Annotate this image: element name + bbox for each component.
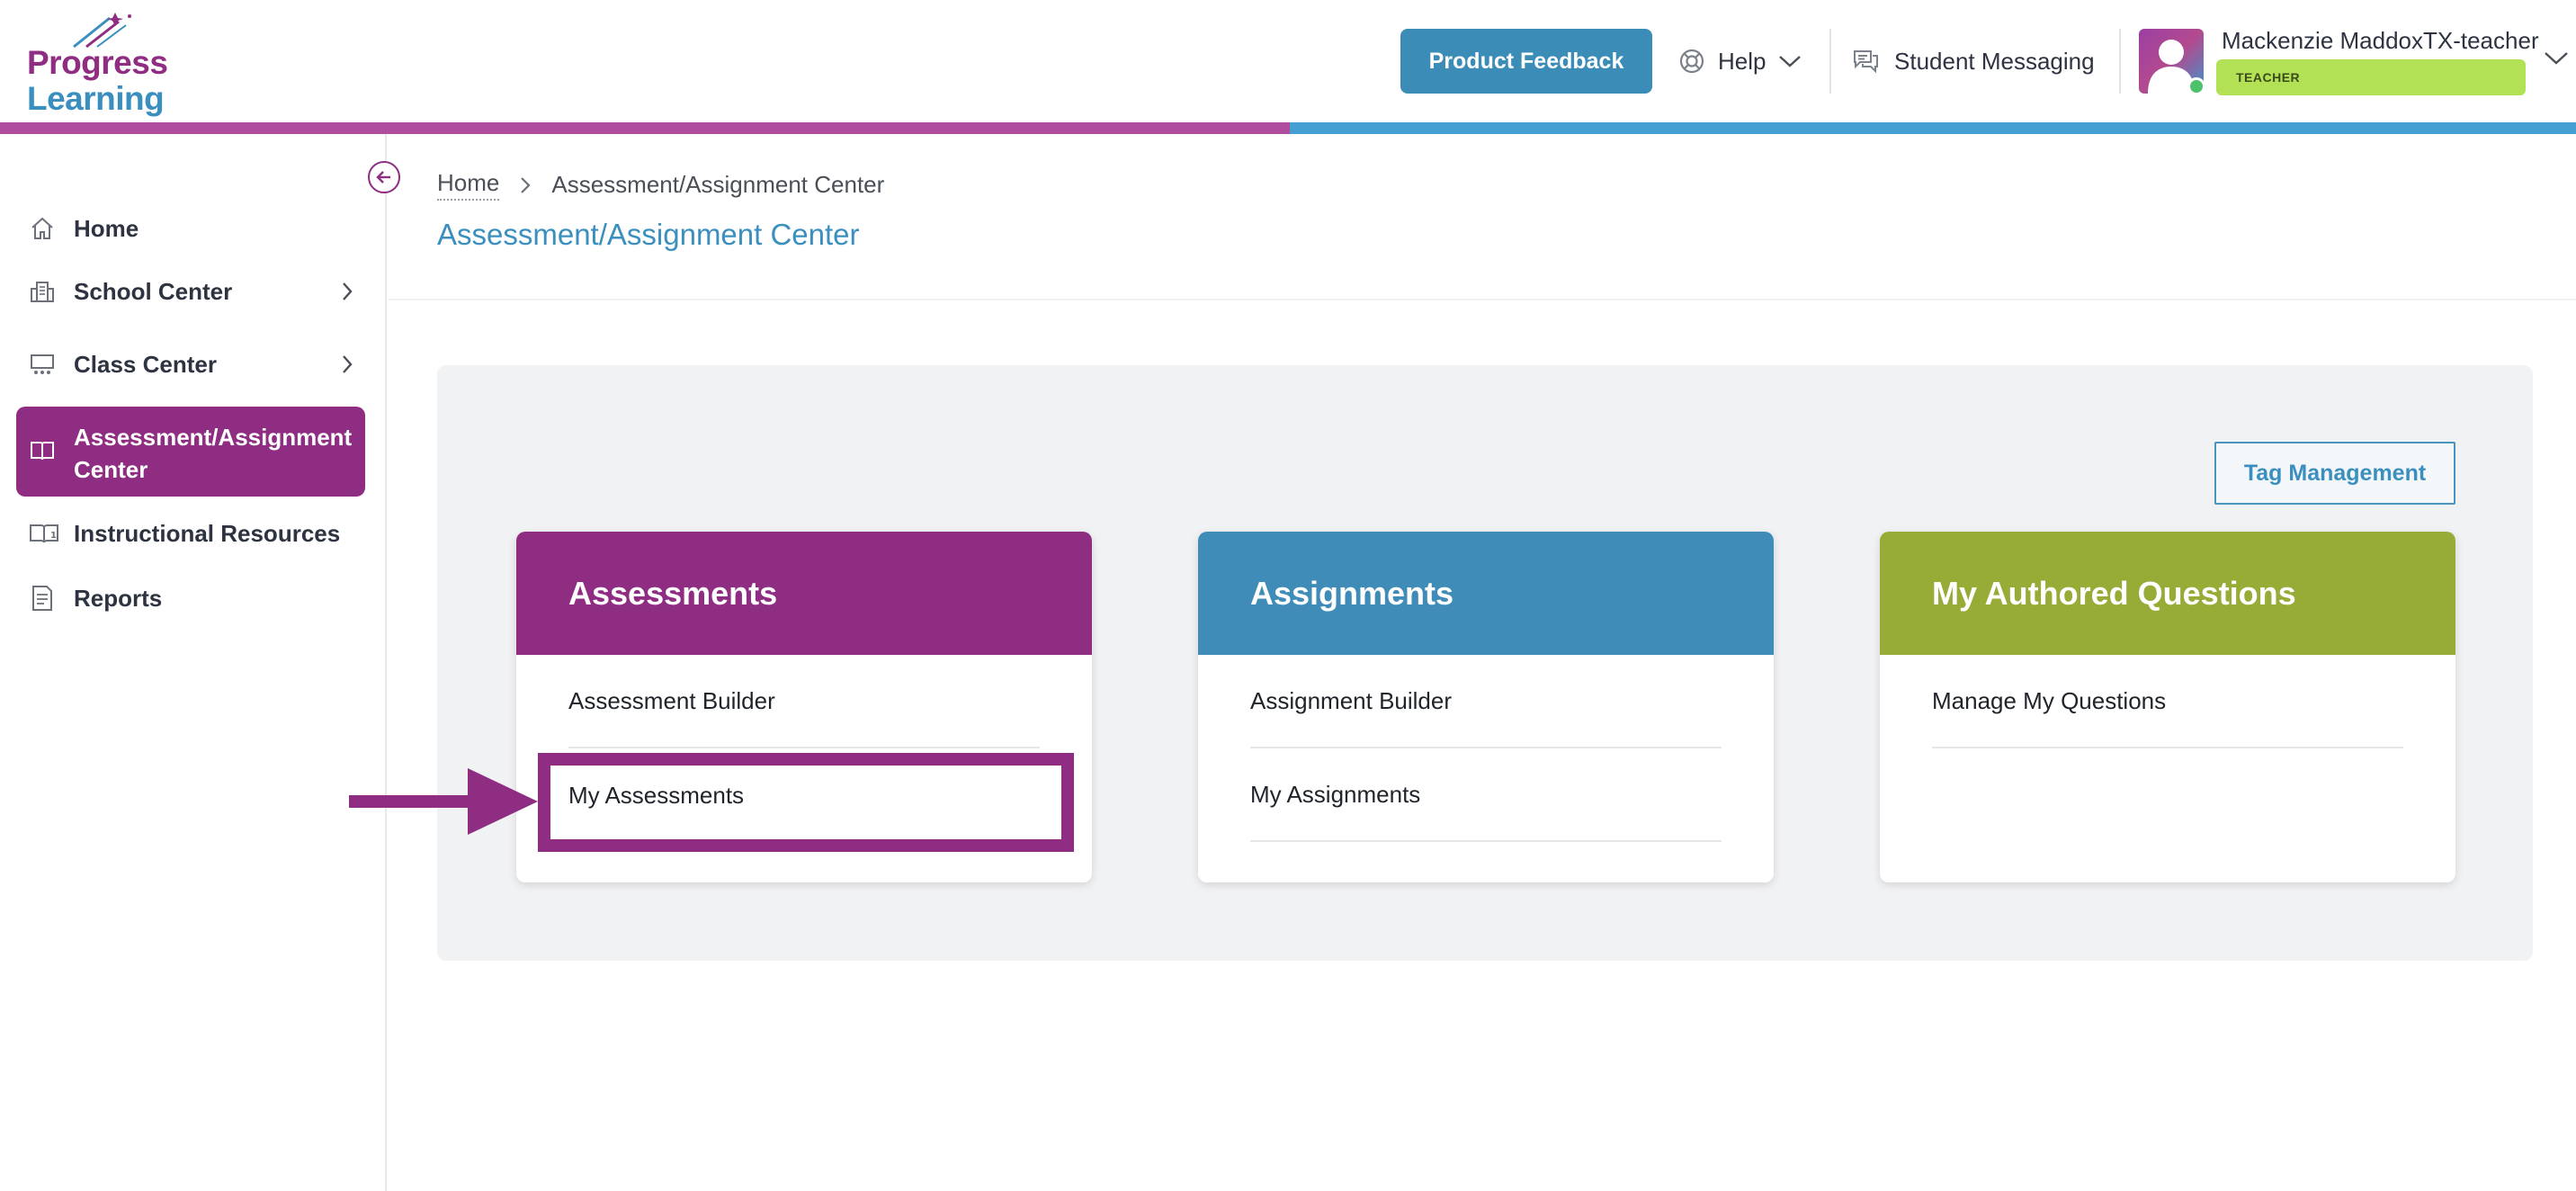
assessment-builder-link[interactable]: Assessment Builder <box>568 655 1040 748</box>
manage-my-questions-link[interactable]: Manage My Questions <box>1932 655 2403 748</box>
header-divider <box>2119 29 2121 94</box>
sidebar-item-class-center[interactable]: Class Center <box>16 340 365 389</box>
sidebar-item-label: Home <box>74 214 139 242</box>
collapse-sidebar-button[interactable] <box>368 161 400 193</box>
chevron-down-icon[interactable] <box>2544 50 2569 67</box>
sidebar-item-assessment-assignment-center[interactable]: Assessment/Assignment Center <box>16 407 365 497</box>
logo-line-1: Progress <box>27 44 168 81</box>
header-divider <box>1829 29 1831 94</box>
report-icon <box>32 586 52 611</box>
assignment-builder-link[interactable]: Assignment Builder <box>1250 655 1722 748</box>
sidebar-item-label: Class Center <box>74 350 217 378</box>
highlight-box <box>538 753 1074 852</box>
content-header-divider <box>389 299 2576 300</box>
sidebar-item-label: Instructional Resources <box>74 519 341 547</box>
logo-line-2: Learning <box>27 80 165 117</box>
breadcrumb: Home Assessment/Assignment Center <box>437 169 884 201</box>
chevron-right-icon <box>343 282 353 300</box>
lifebuoy-icon <box>1679 49 1704 74</box>
sidebar-item-label: Assessment/Assignment Center <box>74 421 352 486</box>
building-icon <box>31 282 54 302</box>
chevron-down-icon <box>1779 56 1802 67</box>
assignments-card: Assignments Assignment Builder My Assign… <box>1198 532 1774 882</box>
sidebar-item-label-line-2: Center <box>74 456 148 483</box>
user-name[interactable]: Mackenzie MaddoxTX-teacher <box>2222 27 2539 55</box>
header-accent-stripe <box>0 122 2576 134</box>
card-title: Assignments <box>1198 532 1774 655</box>
chat-bubbles-icon <box>1854 50 1878 74</box>
pointer-arrow-icon <box>349 768 538 835</box>
sidebar-item-school-center[interactable]: School Center <box>16 268 365 315</box>
breadcrumb-home-link[interactable]: Home <box>437 169 500 201</box>
page-title: Assessment/Assignment Center <box>437 218 860 251</box>
chevron-right-icon <box>343 355 353 373</box>
tag-management-button[interactable]: Tag Management <box>2214 442 2455 505</box>
resources-icon: 1 <box>30 524 58 543</box>
progress-learning-logo[interactable]: Progress Learning <box>23 11 168 117</box>
chevron-right-icon <box>519 175 532 195</box>
top-header: Progress Learning Product Feedback Help … <box>0 0 2576 122</box>
book-icon <box>31 442 54 461</box>
role-badge: TEACHER <box>2216 59 2526 95</box>
help-label: Help <box>1718 47 1767 75</box>
card-title: Assessments <box>516 532 1092 655</box>
arrow-left-icon <box>376 171 390 184</box>
card-title: My Authored Questions <box>1880 532 2455 655</box>
sidebar-item-label: School Center <box>74 277 233 305</box>
home-icon <box>31 217 53 239</box>
sidebar-item-home[interactable]: Home <box>16 205 365 252</box>
classroom-icon <box>31 354 54 374</box>
online-status-dot <box>2187 77 2205 95</box>
my-assignments-link[interactable]: My Assignments <box>1250 748 1722 842</box>
sidebar-item-label-line-1: Assessment/Assignment <box>74 424 353 451</box>
sidebar-item-label: Reports <box>74 584 163 612</box>
help-menu[interactable]: Help <box>1678 36 1802 86</box>
student-messaging-link[interactable]: Student Messaging <box>1851 36 2095 86</box>
authored-questions-card: My Authored Questions Manage My Question… <box>1880 532 2455 882</box>
svg-text:1: 1 <box>50 531 57 541</box>
sidebar-item-instructional-resources[interactable]: 1 Instructional Resources <box>16 509 365 558</box>
product-feedback-button[interactable]: Product Feedback <box>1400 29 1652 94</box>
sidebar-item-reports[interactable]: Reports <box>16 574 365 622</box>
student-messaging-label: Student Messaging <box>1894 47 2095 75</box>
breadcrumb-current: Assessment/Assignment Center <box>551 171 885 198</box>
